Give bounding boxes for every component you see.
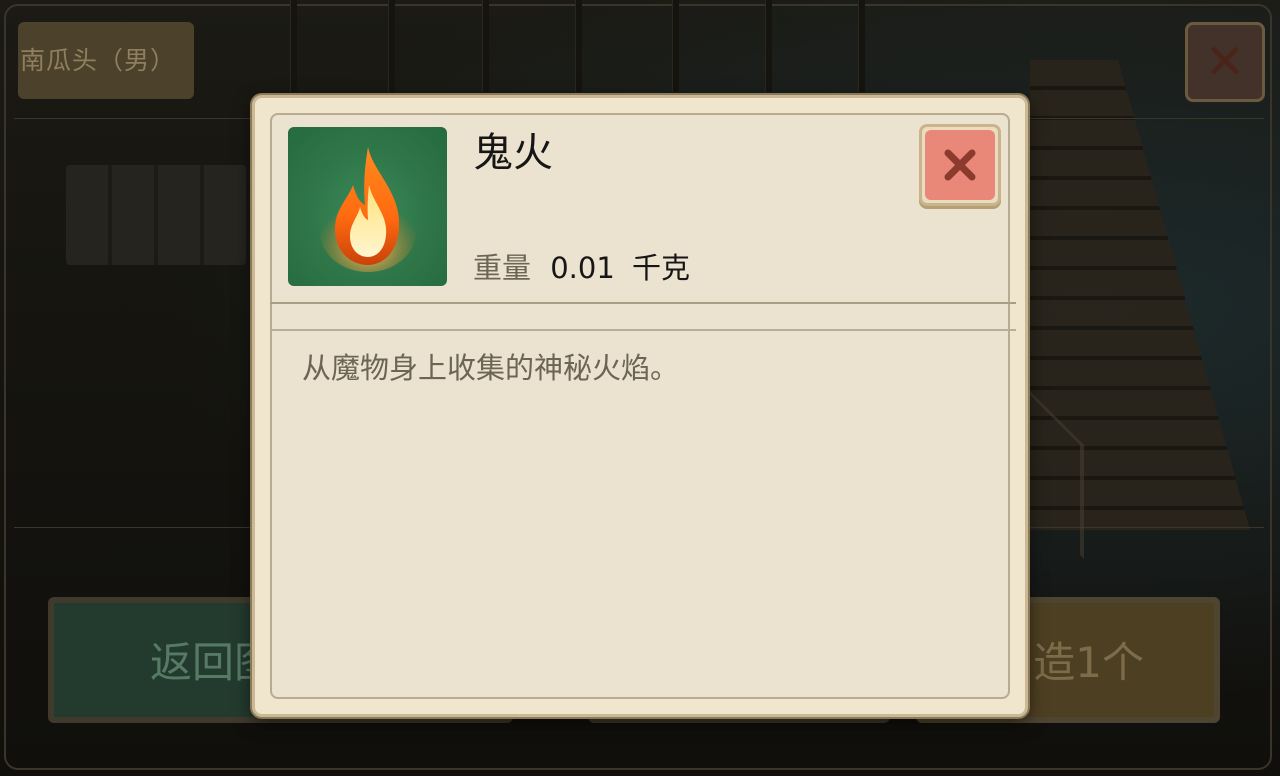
weight-unit: 千克 (632, 251, 691, 285)
item-weight: 重量 0.01 千克 (473, 248, 690, 288)
header-divider (270, 302, 1016, 304)
item-icon-frame (288, 127, 447, 286)
close-icon (944, 149, 976, 181)
item-name: 鬼火 (473, 130, 553, 176)
item-description: 从魔物身上收集的神秘火焰。 (302, 351, 680, 385)
background-pillar (388, 0, 395, 92)
background-pillar (672, 0, 679, 92)
background-pillar (575, 0, 582, 92)
fire-icon (319, 146, 416, 272)
background-pillar (482, 0, 489, 92)
background-close-button[interactable]: ✕ (1185, 22, 1265, 102)
background-pillar (858, 0, 865, 92)
background-pillar (290, 0, 297, 92)
character-tag[interactable]: 南瓜头（男） (18, 22, 194, 99)
item-detail-dialog: 鬼火 重量 0.01 千克 从魔物身上收集的神秘火焰。 (252, 95, 1028, 717)
close-button-face (925, 130, 995, 200)
weight-label: 重量 (473, 251, 532, 285)
background-blocks (66, 165, 246, 265)
dialog-close-button[interactable] (919, 124, 1001, 206)
background-pillar (765, 0, 772, 92)
weight-value: 0.01 (550, 251, 615, 285)
close-icon: ✕ (1204, 34, 1246, 90)
header-divider-secondary (270, 329, 1016, 331)
